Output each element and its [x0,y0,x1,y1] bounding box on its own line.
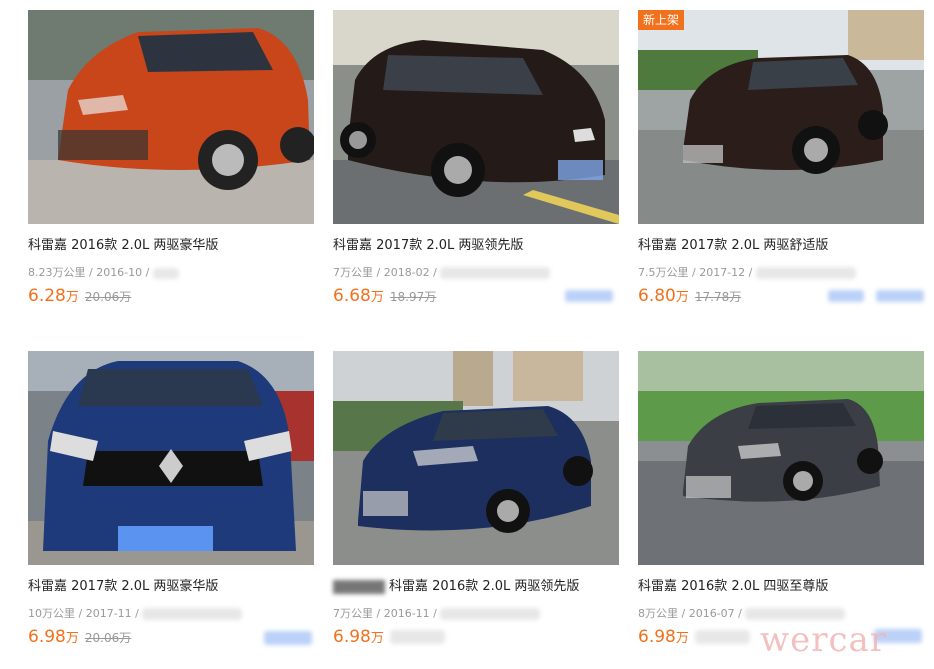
car-photo[interactable] [28,10,314,224]
car-photo[interactable] [333,351,619,565]
listing-meta: 8万公里 / 2016-07 / [638,605,846,621]
car-photo[interactable] [28,351,314,565]
listing-price: 6.28万 20.06万 [28,286,131,306]
original-price: 18.97万 [389,290,437,304]
price-value: 6.98 [28,627,66,647]
listing-meta: 10万公里 / 2017-11 / [28,605,243,621]
listing-price: 6.98万 20.06万 [28,627,131,647]
price-value: 6.28 [28,286,66,306]
price-unit: 万 [65,631,79,646]
price-value: 6.68 [333,286,371,306]
car-photo[interactable] [333,10,619,224]
price-value: 6.80 [638,286,676,306]
listing-meta-text: 7.5万公里 / 2017-12 / [638,266,756,279]
price-unit: 万 [675,631,689,646]
listing-price: 6.68万 18.97万 [333,286,436,306]
listing-meta: 7万公里 / 2016-11 / [333,605,541,621]
new-listing-badge: 新上架 [638,10,685,30]
listing-price: 6.98万 [333,627,445,647]
listing-title[interactable]: 科雷嘉 2017款 2.0L 两驱领先版 [333,234,523,253]
listing-title[interactable]: 科雷嘉 2016款 2.0L 两驱豪华版 [28,234,218,253]
listing-price: 6.98万 [638,627,750,647]
listing-meta-text: 7万公里 / 2018-02 / [333,266,441,279]
price-value: 6.98 [638,627,676,647]
listing-meta-text: 7万公里 / 2016-11 / [333,607,441,620]
price-value: 6.98 [333,627,371,647]
price-unit: 万 [370,631,384,646]
listing-meta-text: 8.23万公里 / 2016-10 / [28,266,153,279]
promo-tag [264,631,312,645]
listing-title[interactable]: 科雷嘉 2017款 2.0L 两驱豪华版 [28,575,218,594]
car-photo[interactable] [638,351,924,565]
original-price: 20.06万 [84,290,132,304]
price-unit: 万 [65,290,79,305]
original-price: 20.06万 [84,631,132,645]
promo-tag [876,290,924,302]
listing-title[interactable]: 科雷嘉 2016款 2.0L 两驱领先版 [333,575,579,594]
watermark: wercar [760,620,888,660]
promo-tag [828,290,864,302]
listing-title[interactable]: 科雷嘉 2016款 2.0L 四驱至尊版 [638,575,828,594]
listing-price: 6.80万 17.78万 [638,286,741,306]
car-photo[interactable]: 新上架 [638,10,924,224]
listing-meta-text: 10万公里 / 2017-11 / [28,607,143,620]
listing-title[interactable]: 科雷嘉 2017款 2.0L 两驱舒适版 [638,234,828,253]
price-unit: 万 [675,290,689,305]
promo-tag [565,290,613,302]
listing-meta: 7万公里 / 2018-02 / [333,264,551,280]
listing-title-text[interactable]: 科雷嘉 2016款 2.0L 两驱领先版 [389,579,579,594]
listing-meta-text: 8万公里 / 2016-07 / [638,607,746,620]
price-unit: 万 [370,290,384,305]
listing-meta: 8.23万公里 / 2016-10 / [28,264,179,280]
listing-meta: 7.5万公里 / 2017-12 / [638,264,856,280]
original-price: 17.78万 [694,290,742,304]
